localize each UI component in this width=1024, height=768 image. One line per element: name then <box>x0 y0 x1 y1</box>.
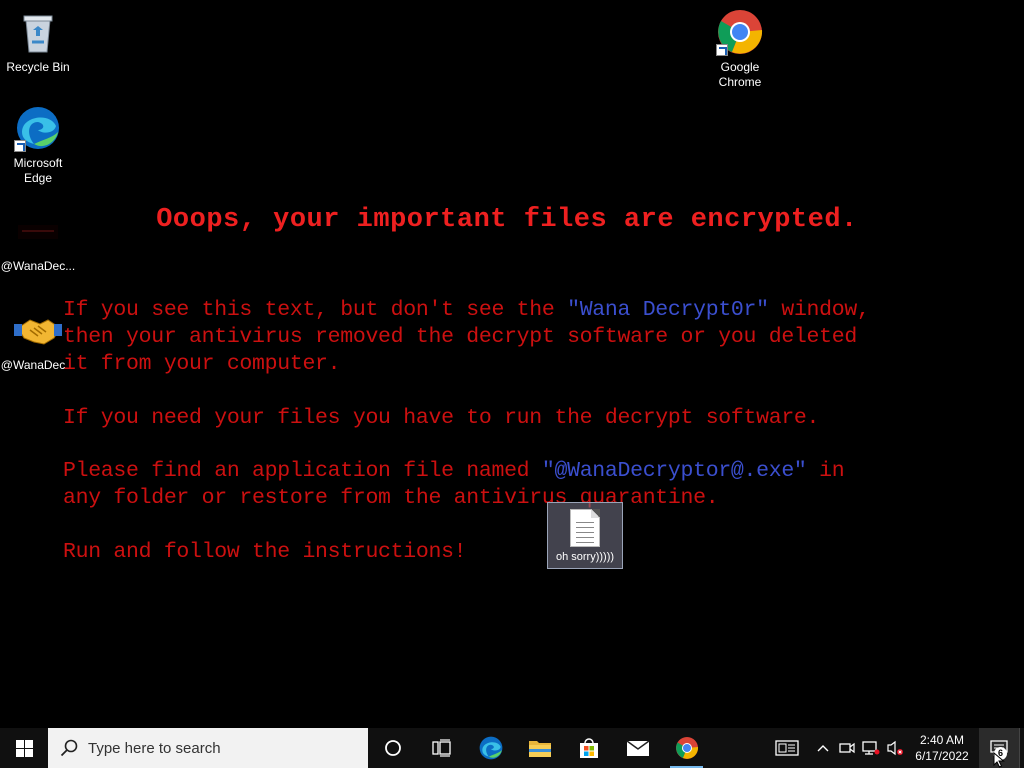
windows-logo-icon <box>15 739 33 757</box>
show-desktop-button[interactable] <box>1019 728 1024 768</box>
ransom-text: window, <box>768 298 870 322</box>
ransom-line: Run and follow the instructions! <box>63 540 467 564</box>
desktop-icon-label: Recycle Bin <box>6 60 70 74</box>
folder-icon <box>528 741 551 757</box>
taskbar-edge-button[interactable] <box>466 728 515 768</box>
news-widget-button[interactable] <box>763 728 811 768</box>
mail-icon <box>626 740 649 756</box>
ransom-text: Please find an application file named <box>63 459 542 483</box>
start-button[interactable] <box>0 728 48 768</box>
ransom-title: Ooops, your important files are encrypte… <box>156 205 858 235</box>
clock-date: 6/17/2022 <box>915 749 969 763</box>
handshake-icon <box>14 306 62 354</box>
ransom-highlight: "Wana Decrypt0r" <box>567 298 769 322</box>
desktop-icon-wanadecryptor-1[interactable]: @WanaDec... <box>0 207 76 274</box>
desktop-icon-label: oh sorry))))) <box>555 551 615 563</box>
ransom-line: Please find an application file named "@… <box>63 458 845 485</box>
clock-time: 2:40 AM <box>919 733 965 747</box>
ransom-line: If you see this text, but don't see the … <box>63 297 870 324</box>
task-view-button[interactable] <box>417 728 466 768</box>
taskbar-mail-button[interactable] <box>613 728 662 768</box>
taskbar-clock[interactable]: 2:40 AM 6/17/2022 <box>909 732 975 764</box>
taskbar: Type here to search 2:40 AM 6/17/2022 6 <box>0 728 1024 768</box>
taskbar-store-button[interactable] <box>564 728 613 768</box>
ransom-text: in <box>806 459 845 483</box>
chrome-icon <box>716 8 764 56</box>
text-document-icon <box>570 509 600 547</box>
ransom-highlight: "@WanaDecryptor@.exe" <box>541 459 807 483</box>
shortcut-arrow-icon <box>716 44 728 56</box>
ransom-line: it from your computer. <box>63 352 341 376</box>
edge-icon <box>14 104 62 152</box>
store-bag-icon <box>579 738 598 758</box>
taskbar-search-box[interactable]: Type here to search <box>48 728 368 768</box>
cortana-icon <box>384 740 401 756</box>
desktop[interactable]: Recycle Bin Microsoft Edge @WanaDec... @… <box>0 0 1024 728</box>
taskbar-file-explorer-button[interactable] <box>515 728 564 768</box>
taskbar-chrome-button[interactable] <box>662 728 711 768</box>
mouse-cursor-icon <box>993 752 1005 768</box>
ransom-line: If you need your files you have to run t… <box>63 406 820 430</box>
shortcut-arrow-icon <box>14 140 26 152</box>
ransom-wallpaper: Ooops, your important files are encrypte… <box>0 0 1024 728</box>
recycle-bin-icon <box>14 8 62 56</box>
search-placeholder: Type here to search <box>88 739 221 757</box>
desktop-icon-google-chrome[interactable]: Google Chrome <box>702 8 778 90</box>
volume-muted-icon <box>887 740 903 756</box>
news-icon <box>775 740 799 756</box>
search-icon <box>60 739 78 757</box>
ransom-note-icon <box>14 207 62 255</box>
ransom-line: then your antivirus removed the decrypt … <box>63 325 857 349</box>
task-view-icon <box>431 739 451 757</box>
edge-icon <box>479 736 502 760</box>
desktop-icon-text-file[interactable]: oh sorry))))) <box>547 502 623 569</box>
cortana-button[interactable] <box>368 728 417 768</box>
ransom-text: If you see this text, but don't see the <box>63 298 568 322</box>
chrome-icon <box>675 737 698 759</box>
network-icon <box>862 741 880 755</box>
desktop-icon-wanadecryptor-2[interactable]: @WanaDec... <box>0 306 76 373</box>
desktop-icon-label: Microsoft Edge <box>13 156 63 185</box>
meet-now-button[interactable] <box>835 728 859 768</box>
desktop-icon-label: @WanaDec... <box>0 358 76 372</box>
network-button[interactable] <box>859 728 883 768</box>
camera-icon <box>839 742 855 754</box>
desktop-icon-label: @WanaDec... <box>0 259 76 273</box>
desktop-icon-recycle-bin[interactable]: Recycle Bin <box>0 8 76 75</box>
system-tray: 2:40 AM 6/17/2022 6 <box>763 728 1024 768</box>
desktop-icon-microsoft-edge[interactable]: Microsoft Edge <box>0 104 76 186</box>
desktop-icon-label: Google Chrome <box>718 60 762 89</box>
show-hidden-icons-button[interactable] <box>811 728 835 768</box>
volume-button[interactable] <box>883 728 907 768</box>
chevron-up-icon <box>817 745 829 752</box>
